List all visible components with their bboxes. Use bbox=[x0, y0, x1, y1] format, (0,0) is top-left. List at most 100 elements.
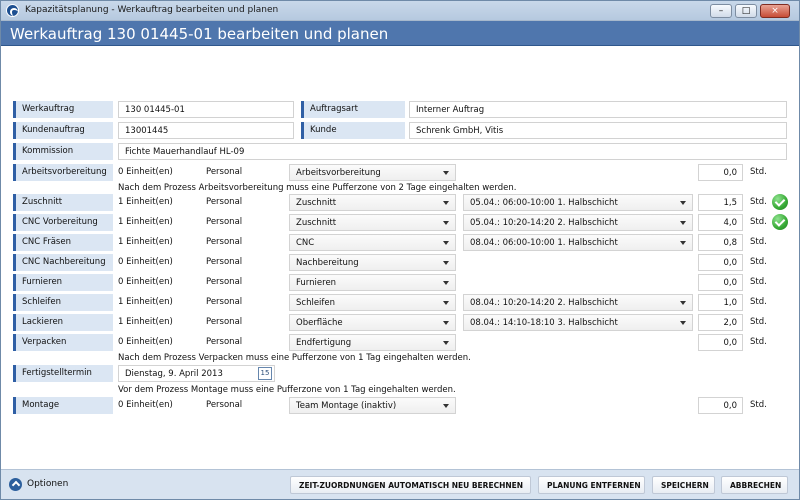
kommission-label: Kommission bbox=[13, 143, 113, 160]
chevron-up-icon[interactable] bbox=[9, 478, 22, 491]
row-resource-select[interactable]: Endfertigung bbox=[289, 334, 456, 351]
row-slot-select[interactable]: 08.04.: 10:20-14:20 2. Halbschicht bbox=[463, 294, 693, 311]
maximize-icon: □ bbox=[741, 6, 751, 16]
row-units: 0 Einheit(en) bbox=[118, 167, 173, 177]
check-icon bbox=[772, 194, 788, 210]
row-units: 0 Einheit(en) bbox=[118, 277, 173, 287]
row-units: 1 Einheit(en) bbox=[118, 217, 173, 227]
row-resource-select[interactable]: Zuschnitt bbox=[289, 194, 456, 211]
chevron-down-icon bbox=[443, 261, 449, 265]
row-units: 0 Einheit(en) bbox=[118, 400, 173, 410]
chevron-down-icon bbox=[680, 221, 686, 225]
row-hours-input[interactable]: 0,0 bbox=[698, 254, 743, 271]
row-hours-input[interactable]: 4,0 bbox=[698, 214, 743, 231]
row-hours-unit: Std. bbox=[750, 337, 767, 347]
row-label: CNC Vorbereitung bbox=[13, 214, 113, 231]
row-units: 1 Einheit(en) bbox=[118, 317, 173, 327]
kundenauftrag-label: Kundenauftrag bbox=[13, 122, 113, 139]
buffer-note: Nach dem Prozess Verpacken muss eine Puf… bbox=[118, 353, 471, 363]
row-personal-label: Personal bbox=[206, 297, 243, 307]
row-slot-select[interactable]: 08.04.: 14:10-18:10 3. Halbschicht bbox=[463, 314, 693, 331]
row-hours-input[interactable]: 0,0 bbox=[698, 334, 743, 351]
werkauftrag-field[interactable]: 130 01445-01 bbox=[118, 101, 294, 118]
row-units: 1 Einheit(en) bbox=[118, 237, 173, 247]
row-label: Lackieren bbox=[13, 314, 113, 331]
row-resource-select[interactable]: Team Montage (inaktiv) bbox=[289, 397, 456, 414]
row-resource-select[interactable]: Oberfläche bbox=[289, 314, 456, 331]
recalculate-button[interactable]: ZEIT-ZUORDNUNGEN AUTOMATISCH NEU BERECHN… bbox=[290, 476, 531, 494]
application-window: Kapazitätsplanung - Werkauftrag bearbeit… bbox=[0, 0, 800, 500]
calendar-icon[interactable]: 15 bbox=[258, 367, 272, 380]
row-hours-input[interactable]: 0,0 bbox=[698, 274, 743, 291]
chevron-down-icon bbox=[680, 321, 686, 325]
row-hours-input[interactable]: 1,5 bbox=[698, 194, 743, 211]
row-hours-unit: Std. bbox=[750, 217, 767, 227]
fertigstelltermin-date[interactable]: Dienstag, 9. April 2013 15 bbox=[118, 365, 275, 382]
row-hours-unit: Std. bbox=[750, 167, 767, 177]
row-resource-select[interactable]: Arbeitsvorbereitung bbox=[289, 164, 456, 181]
row-label: Arbeitsvorbereitung bbox=[13, 164, 113, 181]
remove-planning-button[interactable]: PLANUNG ENTFERNEN bbox=[538, 476, 645, 494]
row-resource-select[interactable]: Zuschnitt bbox=[289, 214, 456, 231]
save-button[interactable]: SPEICHERN bbox=[652, 476, 715, 494]
select-value: 08.04.: 14:10-18:10 3. Halbschicht bbox=[470, 318, 618, 328]
row-hours-input[interactable]: 2,0 bbox=[698, 314, 743, 331]
row-slot-select[interactable]: 08.04.: 06:00-10:00 1. Halbschicht bbox=[463, 234, 693, 251]
row-slot-select[interactable]: 05.04.: 06:00-10:00 1. Halbschicht bbox=[463, 194, 693, 211]
chevron-down-icon bbox=[443, 301, 449, 305]
cancel-button[interactable]: ABBRECHEN bbox=[721, 476, 788, 494]
fertigstelltermin-label: Fertigstelltermin bbox=[13, 365, 113, 382]
select-value: Nachbereitung bbox=[296, 258, 359, 268]
row-label: Furnieren bbox=[13, 274, 113, 291]
row-personal-label: Personal bbox=[206, 257, 243, 267]
close-button[interactable]: × bbox=[760, 4, 790, 18]
row-personal-label: Personal bbox=[206, 337, 243, 347]
chevron-down-icon bbox=[443, 241, 449, 245]
select-value: Arbeitsvorbereitung bbox=[296, 168, 381, 178]
row-hours-unit: Std. bbox=[750, 257, 767, 267]
row-hours-input[interactable]: 0,0 bbox=[698, 164, 743, 181]
row-resource-select[interactable]: CNC bbox=[289, 234, 456, 251]
chevron-down-icon bbox=[443, 281, 449, 285]
page-header: Werkauftrag 130 01445-01 bearbeiten und … bbox=[1, 21, 799, 46]
close-icon: × bbox=[771, 6, 779, 16]
page-title: Werkauftrag 130 01445-01 bearbeiten und … bbox=[10, 25, 389, 43]
minimize-icon: – bbox=[718, 6, 724, 16]
chevron-down-icon bbox=[443, 171, 449, 175]
maximize-button[interactable]: □ bbox=[735, 4, 757, 18]
chevron-down-icon bbox=[443, 201, 449, 205]
chevron-down-icon bbox=[443, 221, 449, 225]
check-icon bbox=[772, 214, 788, 230]
row-hours-input[interactable]: 0,8 bbox=[698, 234, 743, 251]
row-slot-select[interactable]: 05.04.: 10:20-14:20 2. Halbschicht bbox=[463, 214, 693, 231]
select-value: Oberfläche bbox=[296, 318, 343, 328]
form-content: Werkauftrag 130 01445-01 Auftragsart Int… bbox=[1, 47, 799, 467]
select-value: Endfertigung bbox=[296, 338, 352, 348]
row-label: Zuschnitt bbox=[13, 194, 113, 211]
row-resource-select[interactable]: Nachbereitung bbox=[289, 254, 456, 271]
chevron-down-icon bbox=[680, 241, 686, 245]
row-hours-unit: Std. bbox=[750, 277, 767, 287]
row-resource-select[interactable]: Furnieren bbox=[289, 274, 456, 291]
row-hours-unit: Std. bbox=[750, 237, 767, 247]
app-icon bbox=[6, 4, 19, 17]
kommission-field[interactable]: Fichte Mauerhandlauf HL-09 bbox=[118, 143, 787, 160]
row-label: Montage bbox=[13, 397, 113, 414]
row-label: Schleifen bbox=[13, 294, 113, 311]
row-label: Verpacken bbox=[13, 334, 113, 351]
row-units: 0 Einheit(en) bbox=[118, 337, 173, 347]
auftragsart-field[interactable]: Interner Auftrag bbox=[409, 101, 787, 118]
row-hours-unit: Std. bbox=[750, 400, 767, 410]
row-hours-input[interactable]: 1,0 bbox=[698, 294, 743, 311]
chevron-down-icon bbox=[680, 201, 686, 205]
kunde-field[interactable]: Schrenk GmbH, Vitis bbox=[409, 122, 787, 139]
row-personal-label: Personal bbox=[206, 237, 243, 247]
chevron-down-icon bbox=[443, 321, 449, 325]
auftragsart-label: Auftragsart bbox=[301, 101, 405, 118]
row-hours-input[interactable]: 0,0 bbox=[698, 397, 743, 414]
options-label[interactable]: Optionen bbox=[27, 479, 68, 489]
row-resource-select[interactable]: Schleifen bbox=[289, 294, 456, 311]
row-units: 0 Einheit(en) bbox=[118, 257, 173, 267]
minimize-button[interactable]: – bbox=[710, 4, 732, 18]
kundenauftrag-field[interactable]: 13001445 bbox=[118, 122, 294, 139]
